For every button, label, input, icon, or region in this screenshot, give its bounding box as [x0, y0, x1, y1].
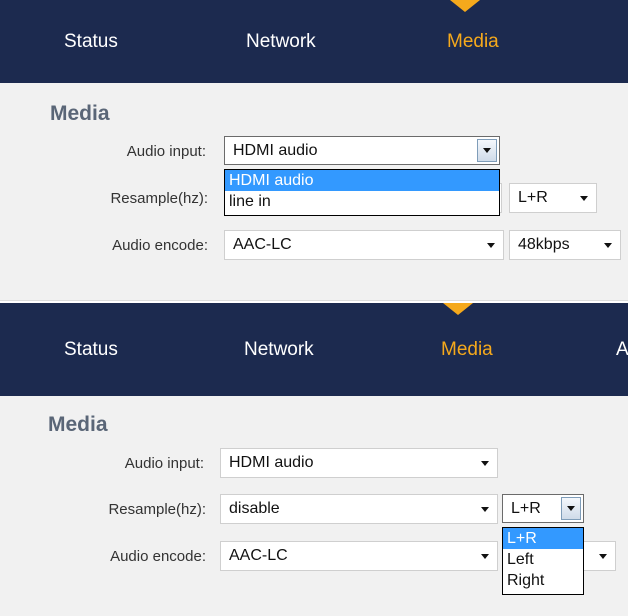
chevron-down-icon — [604, 243, 612, 248]
resample-value: disable — [229, 500, 280, 517]
channel-option-l-r[interactable]: L+R — [503, 528, 583, 549]
resample-select[interactable]: disable — [220, 494, 498, 524]
audio-input-select[interactable]: HDMI audio — [224, 136, 500, 165]
dropdown-button[interactable] — [561, 497, 581, 520]
chevron-down-icon — [481, 554, 489, 559]
top-nav: Status Network Media A — [0, 303, 628, 396]
audio-input-label: Audio input: — [126, 143, 206, 160]
tab-media[interactable]: Media — [447, 0, 499, 83]
bitrate-select[interactable]: 48kbps — [509, 230, 621, 260]
channel-option-left[interactable]: Left — [503, 549, 583, 570]
dropdown-button[interactable] — [477, 139, 497, 162]
chevron-down-icon — [580, 196, 588, 201]
resample-channel-dropdown: L+R Left Right — [502, 527, 584, 595]
audio-input-value: HDMI audio — [229, 454, 314, 471]
chevron-down-icon — [567, 506, 575, 511]
active-tab-caret-icon — [443, 303, 473, 315]
audio-input-label: Audio input: — [124, 455, 204, 472]
audio-input-select[interactable]: HDMI audio — [220, 448, 498, 478]
resample-label: Resample(hz): — [110, 190, 208, 207]
audio-input-option-line-in[interactable]: line in — [225, 191, 499, 212]
audio-encode-label: Audio encode: — [112, 237, 208, 254]
tab-partial[interactable]: A — [616, 303, 628, 396]
chevron-down-icon — [599, 554, 607, 559]
resample-channel-select[interactable]: L+R — [502, 494, 584, 523]
media-settings-panel-2: Status Network Media A Media Audio input… — [0, 303, 628, 616]
chevron-down-icon — [481, 461, 489, 466]
tab-network[interactable]: Network — [246, 0, 316, 83]
section-title: Media — [48, 413, 108, 436]
active-tab-caret-icon — [450, 0, 480, 12]
media-settings-panel-1: Status Network Media Media Audio input: … — [0, 0, 628, 300]
tab-media[interactable]: Media — [441, 303, 493, 396]
audio-encode-value: AAC-LC — [229, 547, 288, 564]
chevron-down-icon — [487, 243, 495, 248]
chevron-down-icon — [481, 507, 489, 512]
tab-status[interactable]: Status — [64, 303, 118, 396]
channel-option-right[interactable]: Right — [503, 570, 583, 591]
audio-encode-select[interactable]: AAC-LC — [224, 230, 504, 260]
resample-channel-value: L+R — [518, 189, 548, 206]
chevron-down-icon — [483, 148, 491, 153]
audio-encode-label: Audio encode: — [110, 548, 206, 565]
audio-input-option-hdmi-audio[interactable]: HDMI audio — [225, 170, 499, 191]
top-nav: Status Network Media — [0, 0, 628, 83]
audio-input-dropdown: HDMI audio line in — [224, 169, 500, 216]
tab-status[interactable]: Status — [64, 0, 118, 83]
resample-channel-select[interactable]: L+R — [509, 183, 597, 213]
audio-input-value: HDMI audio — [233, 142, 318, 159]
resample-label: Resample(hz): — [108, 501, 206, 518]
section-title: Media — [50, 102, 110, 125]
audio-encode-value: AAC-LC — [233, 236, 292, 253]
audio-encode-select[interactable]: AAC-LC — [220, 541, 498, 571]
bitrate-value: 48kbps — [518, 236, 570, 253]
resample-channel-value: L+R — [511, 500, 541, 517]
tab-network[interactable]: Network — [244, 303, 314, 396]
